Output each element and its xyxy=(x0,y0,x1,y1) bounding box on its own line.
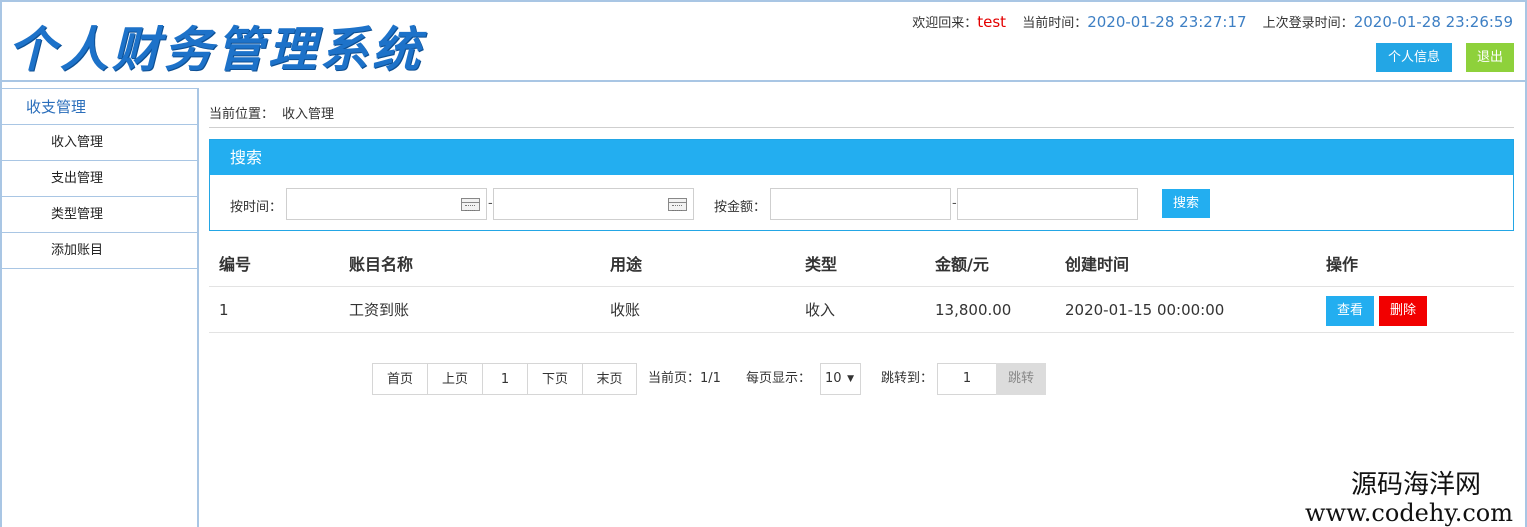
breadcrumb-label: 当前位置： xyxy=(209,107,275,122)
max-amount-input[interactable] xyxy=(958,189,1137,219)
per-page-label: 每页显示： xyxy=(746,371,812,386)
watermark-url: www.codehy.com xyxy=(1305,499,1513,527)
search-panel-title: 搜索 xyxy=(210,140,1513,175)
sidebar-item-add-entry[interactable]: 添加账目 xyxy=(2,233,197,269)
cell-created: 2020-01-15 00:00:00 xyxy=(1065,301,1225,319)
max-amount-field[interactable] xyxy=(957,188,1138,220)
date-range-separator: - xyxy=(488,196,493,211)
jump-label: 跳转到： xyxy=(881,371,934,386)
start-date-input[interactable] xyxy=(287,189,486,219)
prev-page-button[interactable]: 上页 xyxy=(427,363,483,395)
profile-button[interactable]: 个人信息 xyxy=(1376,43,1452,72)
sidebar: 收支管理 收入管理 支出管理 类型管理 添加账目 xyxy=(2,88,199,527)
min-amount-field[interactable] xyxy=(770,188,951,220)
breadcrumb-divider xyxy=(209,127,1514,128)
dropdown-arrow-icon: ▼ xyxy=(847,374,854,384)
calendar-icon[interactable] xyxy=(461,198,480,211)
watermark-site-name: 源码海洋网 xyxy=(1350,470,1481,500)
per-page-select[interactable]: 10 ▼ xyxy=(820,363,861,395)
cell-type: 收入 xyxy=(805,301,836,319)
amount-range-separator: - xyxy=(952,196,957,211)
next-page-button[interactable]: 下页 xyxy=(527,363,583,395)
username: test xyxy=(977,13,1007,31)
per-page-value: 10 xyxy=(825,371,842,386)
user-info-bar: 欢迎回来：test 当前时间：2020-01-28 23:27:17 上次登录时… xyxy=(912,12,1513,31)
column-header-type: 类型 xyxy=(805,255,838,274)
column-header-name: 账目名称 xyxy=(349,255,414,274)
amount-filter-label: 按金额： xyxy=(714,200,767,215)
column-header-purpose: 用途 xyxy=(610,255,643,274)
cell-id: 1 xyxy=(219,301,229,319)
breadcrumb-current: 收入管理 xyxy=(282,107,335,122)
table-row: 1 工资到账 收账 收入 13,800.00 2020-01-15 00:00:… xyxy=(209,287,1514,333)
welcome-label: 欢迎回来： xyxy=(912,16,978,31)
page-number-button[interactable]: 1 xyxy=(482,363,528,395)
time-filter-label: 按时间： xyxy=(230,200,283,215)
current-time: 2020-01-28 23:27:17 xyxy=(1087,13,1247,31)
column-header-id: 编号 xyxy=(219,255,252,274)
header: 个人财务管理系统 欢迎回来：test 当前时间：2020-01-28 23:27… xyxy=(2,2,1525,82)
current-time-label: 当前时间： xyxy=(1022,16,1088,31)
current-page-value: 1/1 xyxy=(700,371,721,386)
logout-button[interactable]: 退出 xyxy=(1466,43,1514,72)
start-date-field[interactable] xyxy=(286,188,487,220)
end-date-input[interactable] xyxy=(494,189,693,219)
jump-page-input[interactable]: 1 xyxy=(937,363,997,395)
cell-name: 工资到账 xyxy=(349,301,410,319)
current-page-indicator: 当前页：1/1 xyxy=(648,363,721,395)
sidebar-group-title[interactable]: 收支管理 xyxy=(2,89,197,125)
column-header-actions: 操作 xyxy=(1326,255,1359,274)
sidebar-item-types[interactable]: 类型管理 xyxy=(2,197,197,233)
search-button[interactable]: 搜索 xyxy=(1162,189,1210,218)
app-logo: 个人财务管理系统 xyxy=(8,22,425,78)
delete-button[interactable]: 删除 xyxy=(1379,296,1427,326)
cell-amount: 13,800.00 xyxy=(935,301,1012,319)
view-button[interactable]: 查看 xyxy=(1326,296,1374,326)
cell-purpose: 收账 xyxy=(610,301,641,319)
watermark: 源码海洋网 www.codehy.com xyxy=(1305,470,1513,526)
search-panel: 搜索 按时间： - 按金额： - 搜索 xyxy=(209,139,1514,231)
income-table: 编号 账目名称 用途 类型 金额/元 创建时间 操作 1 工资到账 收账 收入 … xyxy=(209,243,1514,333)
calendar-icon[interactable] xyxy=(668,198,687,211)
end-date-field[interactable] xyxy=(493,188,694,220)
min-amount-input[interactable] xyxy=(771,189,950,219)
current-page-label: 当前页： xyxy=(648,371,701,386)
sidebar-item-income[interactable]: 收入管理 xyxy=(2,125,197,161)
sidebar-item-expense[interactable]: 支出管理 xyxy=(2,161,197,197)
table-header-row: 编号 账目名称 用途 类型 金额/元 创建时间 操作 xyxy=(209,243,1514,287)
last-page-button[interactable]: 末页 xyxy=(582,363,637,395)
jump-button[interactable]: 跳转 xyxy=(996,363,1046,395)
column-header-created: 创建时间 xyxy=(1065,255,1130,274)
first-page-button[interactable]: 首页 xyxy=(372,363,428,395)
last-login-time: 2020-01-28 23:26:59 xyxy=(1353,13,1513,31)
last-login-label: 上次登录时间： xyxy=(1262,16,1354,31)
column-header-amount: 金额/元 xyxy=(935,255,989,274)
breadcrumb: 当前位置： 收入管理 xyxy=(209,103,334,122)
